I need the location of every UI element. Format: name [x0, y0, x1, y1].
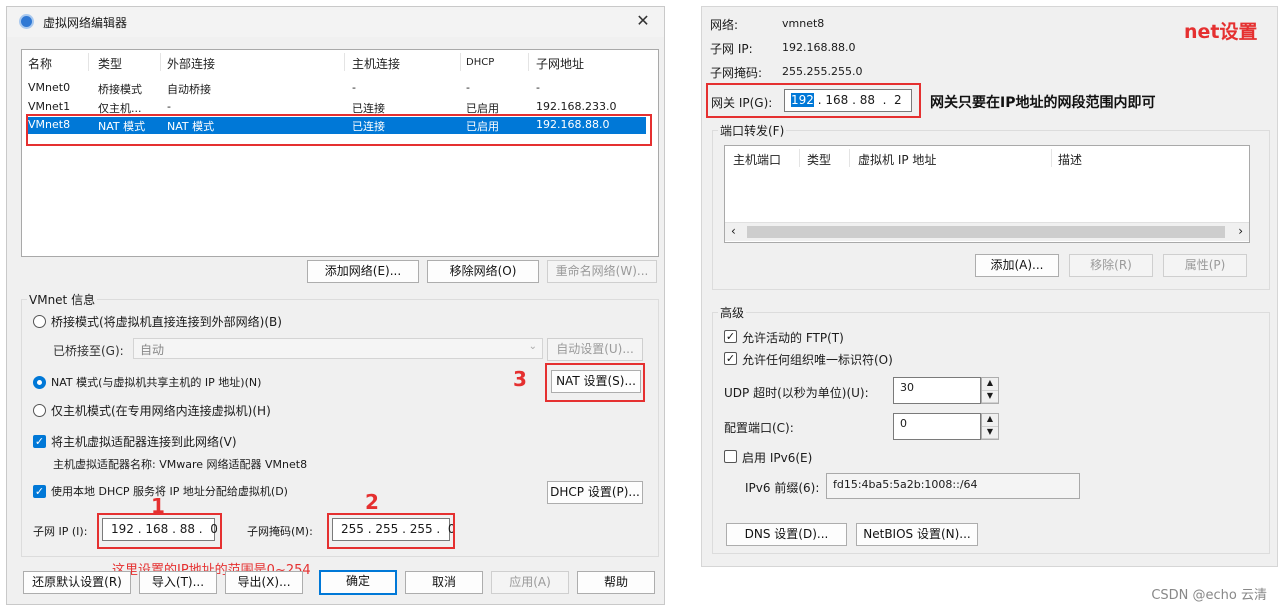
nat-mode-label[interactable]: NAT 模式(与虚拟机共享主机的 IP 地址)(N): [51, 374, 261, 390]
restore-defaults-button[interactable]: 还原默认设置(R): [23, 571, 131, 594]
advanced-label: 高级: [718, 304, 747, 321]
nat-settings-dialog: 网络: vmnet8 子网 IP: 192.168.88.0 子网掩码: 255…: [701, 6, 1278, 567]
highlight-box-gateway: [706, 83, 921, 118]
column-header-host-port[interactable]: 主机端口: [733, 151, 781, 168]
remove-port-button[interactable]: 移除(R): [1069, 254, 1153, 277]
connect-adapter-checkbox[interactable]: ✓: [33, 435, 46, 448]
bridge-mode-radio[interactable]: [33, 315, 46, 328]
allow-ftp-label[interactable]: 允许活动的 FTP(T): [742, 329, 844, 346]
allow-oui-checkbox[interactable]: ✓: [724, 352, 737, 365]
import-button[interactable]: 导入(T)...: [139, 571, 217, 594]
ok-button[interactable]: 确定: [319, 570, 397, 595]
chevron-right-icon: ›: [1238, 224, 1243, 238]
highlight-box-nat-settings: [545, 363, 645, 402]
port-properties-button[interactable]: 属性(P): [1163, 254, 1247, 277]
udp-timeout-label: UDP 超时(以秒为单位)(U):: [724, 386, 869, 400]
spin-down-icon: ▼: [982, 391, 998, 403]
add-port-button[interactable]: 添加(A)...: [975, 254, 1059, 277]
add-network-button[interactable]: 添加网络(E)...: [307, 260, 419, 283]
column-header-external[interactable]: 外部连接: [167, 55, 215, 72]
bridge-mode-label[interactable]: 桥接模式(将虚拟机直接连接到外部网络)(B): [51, 313, 282, 330]
help-button[interactable]: 帮助: [577, 571, 655, 594]
connect-adapter-label[interactable]: 将主机虚拟适配器连接到此网络(V): [51, 433, 237, 450]
enable-ipv6-label[interactable]: 启用 IPv6(E): [742, 449, 812, 466]
config-port-label: 配置端口(C):: [724, 421, 794, 435]
spin-down-icon: ▼: [982, 427, 998, 439]
network-list[interactable]: 名称 类型 外部连接 主机连接 DHCP 子网地址 VMnet0 桥接模式 自动…: [21, 49, 659, 257]
title-bar: 虚拟网络编辑器 ✕: [7, 7, 664, 37]
dialog-title: 虚拟网络编辑器: [43, 16, 128, 30]
column-header-host[interactable]: 主机连接: [352, 55, 400, 72]
column-header-type[interactable]: 类型: [98, 55, 122, 72]
subnet-ip-label: 子网 IP (I):: [33, 525, 88, 538]
subnet-ip-label: 子网 IP:: [710, 42, 753, 56]
column-header-name[interactable]: 名称: [28, 55, 52, 72]
gateway-note: 网关只要在IP地址的网段范围内即可: [930, 95, 1156, 111]
apply-button[interactable]: 应用(A): [491, 571, 569, 594]
column-header-vm-ip[interactable]: 虚拟机 IP 地址: [858, 151, 936, 168]
cancel-button[interactable]: 取消: [405, 571, 483, 594]
config-port-input[interactable]: 0: [893, 413, 981, 440]
virtual-network-editor-dialog: 虚拟网络编辑器 ✕ 名称 类型 外部连接 主机连接 DHCP 子网地址 VMne…: [6, 6, 665, 605]
ipv6-prefix-field[interactable]: fd15:4ba5:5a2b:1008::/64: [826, 473, 1080, 499]
nat-mode-radio[interactable]: [33, 376, 46, 389]
highlight-box-subnet-ip: [97, 513, 222, 549]
adapter-name-text: 主机虚拟适配器名称: VMware 网络适配器 VMnet8: [53, 458, 308, 471]
auto-settings-button[interactable]: 自动设置(U)...: [547, 338, 643, 361]
export-button[interactable]: 导出(X)...: [225, 571, 303, 594]
network-value: vmnet8: [782, 17, 825, 30]
subnet-mask-label: 子网掩码(M):: [247, 525, 313, 538]
scroll-thumb[interactable]: [747, 226, 1225, 238]
dns-settings-button[interactable]: DNS 设置(D)...: [726, 523, 847, 546]
network-globe-icon: [19, 14, 34, 29]
column-header-type[interactable]: 类型: [807, 151, 831, 168]
horizontal-scrollbar[interactable]: ‹ ›: [725, 222, 1249, 241]
netbios-settings-button[interactable]: NetBIOS 设置(N)...: [856, 523, 978, 546]
column-header-dhcp[interactable]: DHCP: [466, 57, 494, 68]
host-only-radio[interactable]: [33, 404, 46, 417]
config-port-spinner[interactable]: ▲ ▼: [981, 413, 999, 440]
chevron-down-icon: ⌄: [528, 341, 537, 352]
spin-up-icon: ▲: [982, 378, 998, 391]
close-icon[interactable]: ✕: [632, 11, 654, 30]
spin-up-icon: ▲: [982, 414, 998, 427]
marker-3: 3: [513, 367, 527, 391]
use-dhcp-label[interactable]: 使用本地 DHCP 服务将 IP 地址分配给虚拟机(D): [51, 483, 288, 499]
subnet-ip-value: 192.168.88.0: [782, 41, 856, 54]
marker-2: 2: [365, 490, 379, 514]
net-settings-title: net设置: [1184, 21, 1258, 43]
enable-ipv6-checkbox[interactable]: [724, 450, 737, 463]
udp-timeout-spinner[interactable]: ▲ ▼: [981, 377, 999, 404]
bridged-to-select[interactable]: 自动 ⌄: [133, 338, 543, 359]
dhcp-settings-button[interactable]: DHCP 设置(P)...: [547, 481, 643, 504]
column-header-subnet[interactable]: 子网地址: [536, 55, 584, 72]
chevron-left-icon: ‹: [731, 224, 736, 238]
port-forwarding-list[interactable]: 主机端口 类型 虚拟机 IP 地址 描述 ‹ ›: [724, 145, 1250, 243]
host-only-label[interactable]: 仅主机模式(在专用网络内连接虚拟机)(H): [51, 402, 271, 419]
subnet-mask-value: 255.255.255.0: [782, 65, 863, 78]
allow-oui-label[interactable]: 允许任何组织唯一标识符(O): [742, 351, 893, 368]
use-dhcp-checkbox[interactable]: ✓: [33, 485, 46, 498]
allow-ftp-checkbox[interactable]: ✓: [724, 330, 737, 343]
column-header-description[interactable]: 描述: [1058, 151, 1082, 168]
rename-network-button[interactable]: 重命名网络(W)...: [547, 260, 657, 283]
subnet-mask-label: 子网掩码:: [710, 66, 763, 80]
bridged-to-label: 已桥接至(G):: [53, 344, 124, 358]
table-row[interactable]: VMnet0 桥接模式 自动桥接 - - -: [22, 80, 658, 97]
highlight-box-vmnet8: [26, 114, 652, 146]
network-label: 网络:: [710, 18, 739, 32]
vmnet-info-label: VMnet 信息: [27, 291, 98, 308]
remove-network-button[interactable]: 移除网络(O): [427, 260, 539, 283]
udp-timeout-input[interactable]: 30: [893, 377, 981, 404]
ipv6-prefix-label: IPv6 前缀(6):: [745, 481, 820, 495]
highlight-box-subnet-mask: [327, 513, 455, 549]
watermark: CSDN @echo 云清: [1151, 588, 1267, 603]
port-forwarding-label: 端口转发(F): [718, 122, 787, 139]
